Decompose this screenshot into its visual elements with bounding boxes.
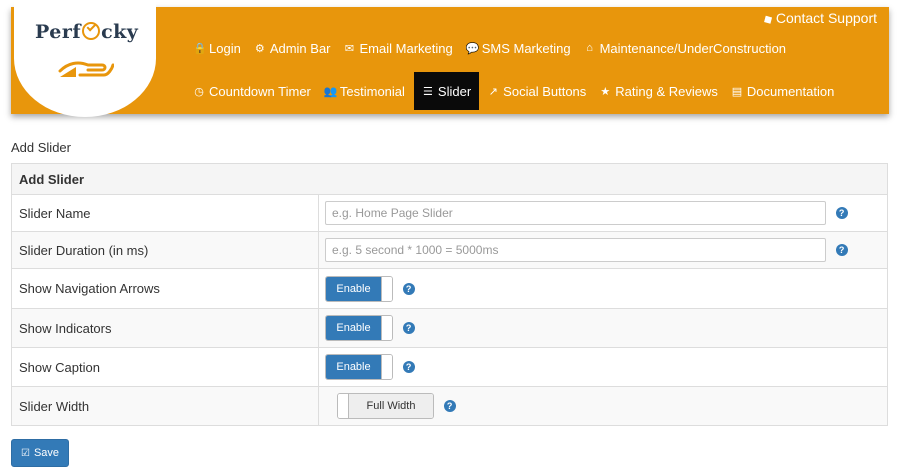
help-icon[interactable]: ? [835, 207, 848, 219]
users-icon: 👥 [323, 85, 338, 98]
help-icon[interactable]: ? [402, 322, 415, 334]
nav-item-admin-bar[interactable]: ⚙ Admin Bar [250, 29, 335, 67]
contact-support-link[interactable]: ◆Contact Support [759, 10, 877, 28]
logo-text: Perf cky [35, 21, 139, 43]
help-icon[interactable]: ? [835, 244, 848, 256]
slider-width-toggle[interactable]: Full Width [337, 393, 434, 419]
star-icon: ★ [600, 85, 611, 98]
clock-icon: ◷ [194, 85, 204, 98]
nav-item-email-marketing[interactable]: ✉ Email Marketing [340, 29, 457, 67]
logo[interactable]: Perf cky [14, 0, 156, 117]
table-row: Show Navigation Arrows Enable ? [11, 268, 888, 309]
book-icon: ▤ [731, 85, 743, 98]
slider-duration-label: Slider Duration (in ms) [11, 231, 319, 269]
help-icon[interactable]: ? [402, 282, 415, 295]
nav-row-primary: 🔒 Login ⚙ Admin Bar ✉ Email Marketing 💬 SMS … [189, 36, 795, 60]
save-button[interactable]: ☑ Save [11, 439, 69, 467]
nav-item-slider[interactable]: ☰ Slider [413, 72, 480, 110]
nav-item-documentation[interactable]: ▤ Documentation [727, 72, 838, 110]
share-icon: ↗ [488, 85, 498, 98]
table-row: Slider Duration (in ms) ? [11, 231, 888, 269]
top-header: Perf cky ◆Contact Support 🔒 Login ⚙ Admin B… [11, 0, 889, 117]
hand-icon [58, 61, 114, 77]
nav-arrows-label: Show Navigation Arrows [11, 268, 319, 309]
page-title: Add Slider [11, 140, 71, 155]
nav-item-countdown-timer[interactable]: ◷ Countdown Timer [189, 72, 315, 110]
table-row: Slider Name ? [11, 194, 888, 232]
envelope-icon: ✉ [344, 42, 355, 55]
slider-width-label: Slider Width [11, 386, 319, 426]
indicators-toggle[interactable]: Enable [325, 315, 393, 341]
table-header: Add Slider [11, 163, 888, 195]
nav-arrows-toggle[interactable]: Enable [325, 275, 393, 302]
contact-support-label: Contact Support [775, 10, 877, 26]
slider-duration-input[interactable] [325, 238, 826, 262]
edit-check-icon: ☑ [20, 447, 30, 459]
nav-item-testimonial[interactable]: 👥 Testimonial [320, 72, 409, 110]
table-row: Slider Width Full Width ? [11, 386, 888, 426]
nav-item-maintenance[interactable]: ⌂ Maintenance/UnderConstruction [580, 29, 790, 67]
lock-icon: 🔒 [193, 42, 207, 55]
check-circle-icon [82, 21, 101, 40]
tag-icon: ◆ [759, 10, 775, 28]
nav-item-sms-marketing[interactable]: 💬 SMS Marketing [462, 29, 575, 67]
nav-item-rating-reviews[interactable]: ★ Rating & Reviews [595, 72, 722, 110]
nav-item-login[interactable]: 🔒 Login [189, 29, 245, 67]
home-icon: ⌂ [586, 42, 593, 54]
table-row: Show Caption Enable ? [11, 347, 888, 387]
nav-row-secondary: ◷ Countdown Timer 👥 Testimonial ☰ Slider ↗ S… [189, 72, 843, 110]
help-icon[interactable]: ? [443, 400, 456, 412]
slider-form-table: Add Slider Slider Name ? Slider Duration… [11, 163, 888, 426]
gear-icon: ⚙ [254, 42, 265, 55]
caption-toggle[interactable]: Enable [325, 354, 393, 380]
slider-name-label: Slider Name [11, 194, 319, 232]
nav-item-social-buttons[interactable]: ↗ Social Buttons [483, 72, 590, 110]
indicators-label: Show Indicators [11, 308, 319, 348]
help-icon[interactable]: ? [402, 361, 415, 373]
slider-name-input[interactable] [325, 201, 826, 225]
sliders-icon: ☰ [422, 85, 433, 98]
chat-icon: 💬 [465, 42, 480, 55]
caption-label: Show Caption [11, 347, 319, 387]
table-row: Show Indicators Enable ? [11, 308, 888, 348]
